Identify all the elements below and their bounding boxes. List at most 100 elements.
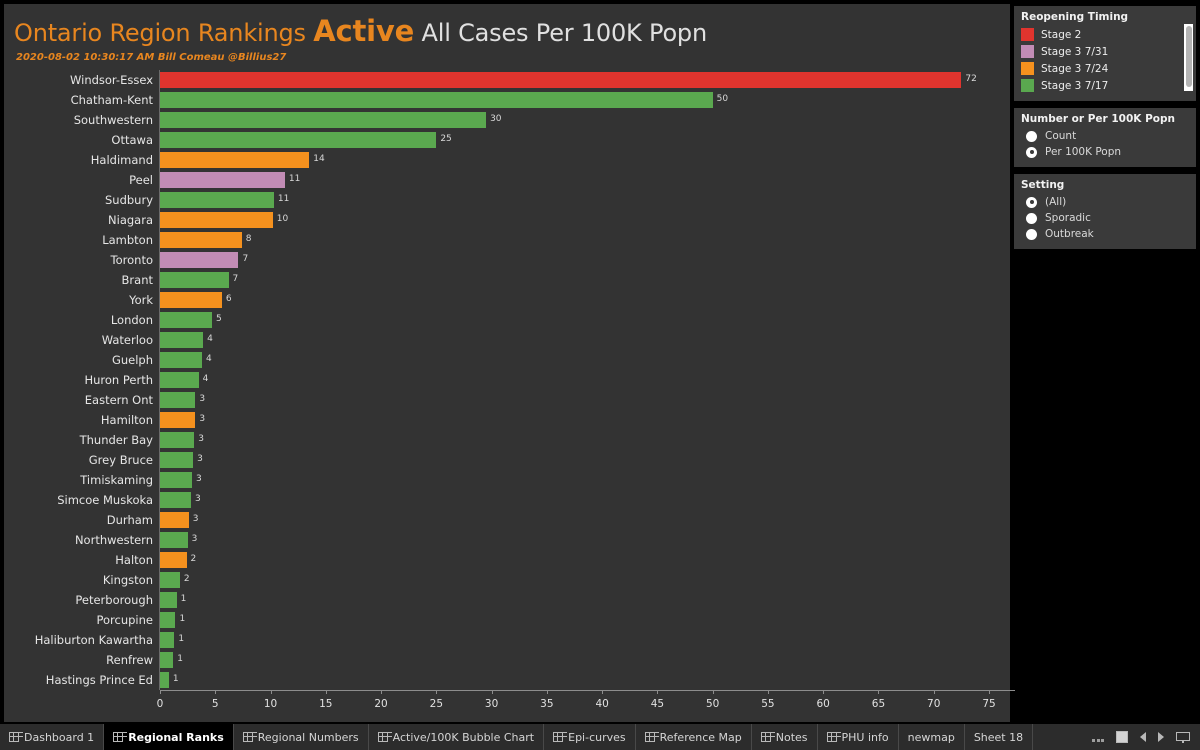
bar[interactable]: [160, 192, 274, 208]
worksheet-tab[interactable]: PHU info: [818, 724, 899, 750]
next-sheet-arrow-icon[interactable]: [1158, 732, 1164, 742]
bar[interactable]: [160, 292, 222, 308]
bar[interactable]: [160, 612, 176, 628]
bar[interactable]: [160, 592, 177, 608]
bar-row[interactable]: Halton 2: [4, 550, 1010, 570]
bar-row[interactable]: Peel 11: [4, 170, 1010, 190]
legend-item[interactable]: Stage 2: [1021, 26, 1189, 43]
radio-unselected-icon[interactable]: [1026, 130, 1037, 142]
bar[interactable]: [160, 432, 195, 448]
bar-row[interactable]: Grey Bruce 3: [4, 450, 1010, 470]
radio-unselected-icon[interactable]: [1026, 228, 1037, 240]
bar[interactable]: [160, 312, 212, 328]
radio-unselected-icon[interactable]: [1026, 212, 1037, 224]
bar-row[interactable]: Renfrew 1: [4, 650, 1010, 670]
bar[interactable]: [160, 332, 204, 348]
bar-row[interactable]: York 6: [4, 290, 1010, 310]
bar-row[interactable]: Brant 7: [4, 270, 1010, 290]
legend-item[interactable]: Stage 3 7/17: [1021, 77, 1189, 94]
bar[interactable]: [160, 552, 187, 568]
worksheet-tab[interactable]: Regional Ranks: [104, 724, 234, 750]
bar-row[interactable]: Durham 3: [4, 510, 1010, 530]
bar-row[interactable]: Chatham-Kent 50: [4, 90, 1010, 110]
bar[interactable]: [160, 452, 194, 468]
worksheet-tab[interactable]: newmap: [899, 724, 965, 750]
bar[interactable]: [160, 652, 174, 668]
setting-filter-option[interactable]: Outbreak: [1021, 226, 1189, 242]
bar[interactable]: [160, 572, 180, 588]
setting-filter-option[interactable]: (All): [1021, 194, 1189, 210]
bar[interactable]: [160, 392, 196, 408]
previous-sheet-arrow-icon[interactable]: [1140, 732, 1146, 742]
bar-row[interactable]: Hastings Prince Ed 1: [4, 670, 1010, 690]
bar-row[interactable]: Kingston 2: [4, 570, 1010, 590]
bar-row[interactable]: Southwestern 30: [4, 110, 1010, 130]
bar-row[interactable]: Simcoe Muskoka 3: [4, 490, 1010, 510]
number-filter-option[interactable]: Per 100K Popn: [1021, 144, 1189, 160]
bar[interactable]: [160, 92, 713, 108]
bar-row[interactable]: Hamilton 3: [4, 410, 1010, 430]
bar[interactable]: [160, 412, 196, 428]
bar-chart-plot-area[interactable]: Windsor-Essex 72 Chatham-Kent 50 Southwester…: [4, 70, 1010, 690]
bar[interactable]: [160, 132, 437, 148]
worksheet-tab[interactable]: Regional Numbers: [234, 724, 369, 750]
bar-row[interactable]: Northwestern 3: [4, 530, 1010, 550]
worksheet-tab[interactable]: Dashboard 1: [0, 724, 105, 750]
bar[interactable]: [160, 252, 239, 268]
bar[interactable]: [160, 212, 273, 228]
bar[interactable]: [160, 632, 175, 648]
radio-selected-icon[interactable]: [1026, 146, 1037, 158]
radio-selected-icon[interactable]: [1026, 196, 1037, 208]
sheet-view-icon[interactable]: [1116, 731, 1128, 743]
legend-scrollbar[interactable]: [1184, 24, 1193, 91]
bar-row[interactable]: Waterloo 4: [4, 330, 1010, 350]
bar-row[interactable]: Windsor-Essex 72: [4, 70, 1010, 90]
bar[interactable]: [160, 532, 188, 548]
worksheet-tab[interactable]: Reference Map: [636, 724, 752, 750]
bar-row[interactable]: Guelph 4: [4, 350, 1010, 370]
bar-row[interactable]: Huron Perth 4: [4, 370, 1010, 390]
bar-row[interactable]: Peterborough 1: [4, 590, 1010, 610]
worksheet-tab[interactable]: Sheet 18: [965, 724, 1034, 750]
bar-row-label: Renfrew: [106, 653, 153, 667]
legend-color-swatch[interactable]: [1021, 79, 1034, 92]
bar-row[interactable]: Toronto 7: [4, 250, 1010, 270]
legend-item[interactable]: Stage 3 7/31: [1021, 43, 1189, 60]
bar[interactable]: [160, 232, 242, 248]
bar[interactable]: [160, 352, 202, 368]
bar-row[interactable]: Thunder Bay 3: [4, 430, 1010, 450]
bar-row[interactable]: Lambton 8: [4, 230, 1010, 250]
bar-row[interactable]: Ottawa 25: [4, 130, 1010, 150]
worksheet-tab[interactable]: Active/100K Bubble Chart: [369, 724, 545, 750]
bar-row[interactable]: Haliburton Kawartha 1: [4, 630, 1010, 650]
bar-row[interactable]: Porcupine 1: [4, 610, 1010, 630]
bar[interactable]: [160, 492, 191, 508]
legend-scrollbar-thumb[interactable]: [1185, 26, 1192, 87]
bar-row[interactable]: Sudbury 11: [4, 190, 1010, 210]
worksheet-tab[interactable]: Notes: [752, 724, 818, 750]
setting-filter-option[interactable]: Sporadic: [1021, 210, 1189, 226]
bar[interactable]: [160, 672, 169, 688]
legend-color-swatch[interactable]: [1021, 28, 1034, 41]
legend-color-swatch[interactable]: [1021, 62, 1034, 75]
legend-item-list: Stage 2 Stage 3 7/31 Stage 3 7/24 Stage 3 7…: [1021, 26, 1189, 94]
bar[interactable]: [160, 72, 962, 88]
bar-row[interactable]: Niagara 10: [4, 210, 1010, 230]
worksheet-tab[interactable]: Epi-curves: [544, 724, 636, 750]
bar[interactable]: [160, 472, 193, 488]
bar[interactable]: [160, 112, 487, 128]
bar[interactable]: [160, 172, 285, 188]
bar-row[interactable]: Timiskaming 3: [4, 470, 1010, 490]
filmstrip-view-icon[interactable]: [1092, 732, 1104, 742]
bar[interactable]: [160, 152, 310, 168]
bar[interactable]: [160, 372, 199, 388]
legend-color-swatch[interactable]: [1021, 45, 1034, 58]
bar-row[interactable]: Eastern Ont 3: [4, 390, 1010, 410]
presentation-mode-icon[interactable]: [1176, 731, 1190, 743]
bar[interactable]: [160, 512, 189, 528]
legend-item[interactable]: Stage 3 7/24: [1021, 60, 1189, 77]
bar[interactable]: [160, 272, 229, 288]
number-filter-option[interactable]: Count: [1021, 128, 1189, 144]
bar-row[interactable]: Haldimand 14: [4, 150, 1010, 170]
bar-row[interactable]: London 5: [4, 310, 1010, 330]
